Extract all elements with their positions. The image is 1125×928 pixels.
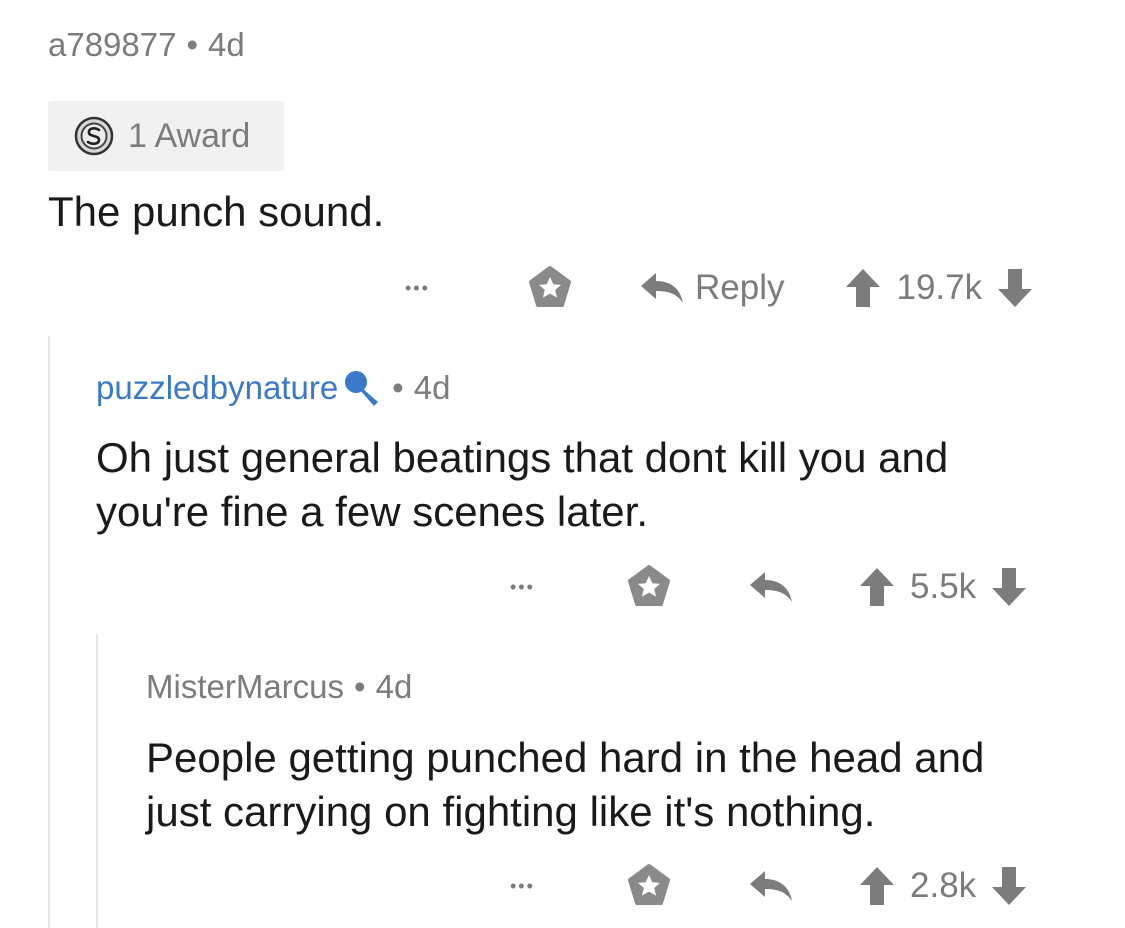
meta-separator: • [354,668,366,705]
star-badge-icon [628,565,670,606]
meta-separator: • [186,26,199,63]
comment-1-author[interactable]: a789877 [48,26,176,64]
star-badge-icon [628,864,670,905]
comment-2-meta: puzzledbynature • 4d [96,368,450,408]
star-badge-icon [529,266,571,307]
downvote-button[interactable] [990,865,1028,907]
more-options-button[interactable]: ••• [405,278,465,299]
save-button[interactable] [626,564,672,610]
arrow-down-icon [992,568,1027,606]
comment-1-score: 19.7k [896,268,983,307]
arrow-up-icon [860,568,894,606]
arrow-down-icon [998,269,1033,307]
meta-separator: • [392,369,404,406]
comment-2-body: Oh just general beatings that dont kill … [96,434,949,535]
silver-award-icon [74,116,114,156]
comment-3-body: People getting punched hard in the head … [146,734,985,835]
comment-1-meta: a789877 • 4d [48,26,245,64]
comment-1-body: The punch sound. [48,188,385,235]
thread-line-level-2[interactable] [96,634,98,928]
comment-2-score: 5.5k [910,567,977,606]
more-options-button[interactable]: ••• [510,577,570,598]
comment-2-actions: ••• 5.5k [510,562,1028,612]
save-button[interactable] [527,265,573,311]
downvote-button[interactable] [996,267,1034,309]
reply-arrow-icon [750,572,792,602]
microphone-icon [345,371,379,406]
upvote-button[interactable] [844,267,882,309]
comment-3-age: 4d [375,668,413,705]
reply-arrow-icon [641,273,683,303]
comment-3-actions: ••• 2.8k [510,861,1028,911]
save-button[interactable] [626,863,672,909]
reply-arrow-icon [750,871,792,901]
comment-3-score: 2.8k [910,866,977,905]
reply-button[interactable] [748,869,794,903]
comment-1-age: 4d [208,26,245,63]
comment-2-author[interactable]: puzzledbynature [96,369,338,407]
award-label: 1 Award [128,116,251,155]
award-badge[interactable]: 1 Award [48,101,284,171]
comment-3-author[interactable]: MisterMarcus [146,668,344,706]
more-options-button[interactable]: ••• [510,876,570,897]
downvote-button[interactable] [990,566,1028,608]
thread-line-level-1[interactable] [48,336,50,928]
comment-1-actions: ••• Reply 19.7k [405,263,1034,313]
arrow-down-icon [992,867,1027,905]
reply-button[interactable] [748,570,794,604]
arrow-up-icon [860,867,894,905]
reply-button[interactable]: Reply [639,268,784,308]
upvote-button[interactable] [858,566,896,608]
upvote-button[interactable] [858,865,896,907]
reply-label: Reply [695,268,785,307]
comment-3-meta: MisterMarcus • 4d [146,668,412,706]
arrow-up-icon [846,269,881,307]
comment-2-age: 4d [413,369,451,406]
